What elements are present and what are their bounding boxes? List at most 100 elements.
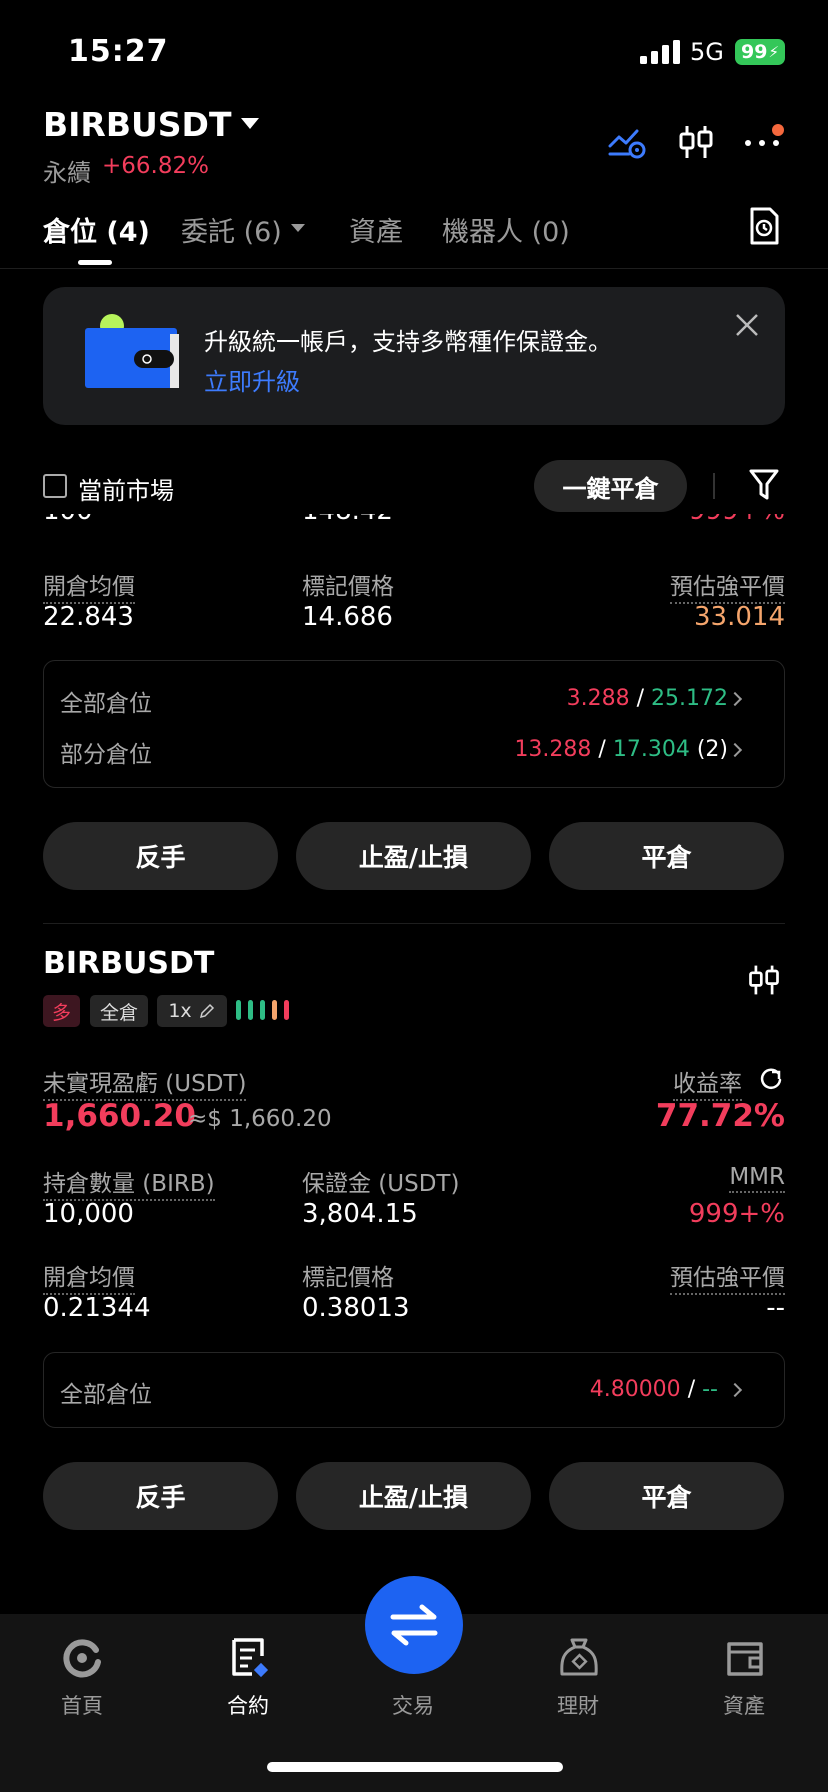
home-icon[interactable]	[60, 1636, 104, 1680]
position-1-liq-price-label: 預估強平價	[670, 567, 785, 604]
trade-icon	[390, 1604, 438, 1646]
roe-value: 77.72%	[655, 1098, 785, 1134]
notification-dot	[772, 124, 784, 136]
position-1-full-sl: 25.172	[651, 686, 728, 711]
nav-futures-label[interactable]: 合約	[188, 1690, 308, 1720]
unrealized-pnl-label: 未實現盈虧 (USDT)	[43, 1064, 247, 1101]
leverage-value: 1x	[168, 1000, 192, 1022]
active-tab-indicator	[78, 260, 112, 265]
slash: /	[598, 737, 606, 762]
battery-level: 99	[741, 41, 768, 63]
home-indicator	[267, 1762, 563, 1772]
symbol-title[interactable]: BIRBUSDT	[43, 105, 231, 144]
upgrade-now-link[interactable]: 立即升級	[204, 362, 300, 397]
trend-alert-icon[interactable]	[607, 122, 647, 162]
position-1-full-label: 全部倉位	[60, 691, 152, 717]
position-1-tpsl-box	[43, 660, 785, 788]
margin-mode-tag[interactable]: 全倉	[90, 995, 148, 1027]
position-1-full-tpsl[interactable]: 3.288 / 25.172	[567, 686, 728, 711]
nav-earn-label[interactable]: 理財	[518, 1690, 638, 1720]
position-1-partial-tpsl[interactable]: 13.288 / 17.304 (2)	[514, 737, 728, 762]
tab-assets[interactable]: 資產	[349, 210, 403, 249]
wallet-illustration-icon	[85, 314, 179, 388]
position-2-symbol[interactable]: BIRBUSDT	[43, 946, 214, 981]
status-time: 15:27	[68, 34, 169, 69]
nav-trade-label[interactable]: 交易	[353, 1690, 473, 1720]
charging-icon: ⚡	[768, 43, 779, 61]
slash: /	[636, 686, 645, 711]
position-divider	[43, 923, 785, 924]
tabs-divider	[0, 268, 828, 269]
slash: /	[687, 1377, 696, 1402]
candlestick-chart-icon[interactable]	[746, 960, 782, 1000]
roe-label: 收益率	[673, 1064, 742, 1101]
tab-bots[interactable]: 機器人 (0)	[442, 210, 570, 249]
current-market-label: 當前市場	[78, 477, 174, 505]
position-1-entry-price-label: 開倉均價	[43, 567, 135, 604]
position-2-mark-price: 0.38013	[302, 1293, 410, 1323]
position-1-margin: 148.42	[302, 514, 393, 526]
position-2-entry-price-label: 開倉均價	[43, 1258, 135, 1295]
close-position-button[interactable]: 平倉	[549, 1462, 784, 1530]
futures-icon[interactable]	[228, 1636, 272, 1680]
current-market-checkbox[interactable]	[43, 474, 67, 498]
unrealized-pnl-usd: ≈$ 1,660.20	[188, 1106, 332, 1132]
tab-orders[interactable]: 委託 (6)	[181, 210, 282, 249]
candlestick-chart-icon[interactable]	[676, 122, 716, 162]
close-position-button[interactable]: 平倉	[549, 822, 784, 890]
nav-home-label[interactable]: 首頁	[22, 1690, 142, 1720]
position-2-entry-price: 0.21344	[43, 1293, 151, 1323]
mmr-value: 999+%	[688, 1199, 785, 1229]
position-2-mark-price-label: 標記價格	[302, 1265, 394, 1291]
position-1-clipped-row: 100 148.42 999+%	[0, 514, 828, 534]
position-size: 10,000	[43, 1199, 134, 1229]
position-2-full-label: 全部倉位	[60, 1382, 152, 1408]
position-2-full-sl: --	[702, 1377, 718, 1402]
position-2-liq-price: --	[766, 1293, 785, 1323]
position-1-full-tp: 3.288	[566, 686, 630, 711]
battery-indicator: 99 ⚡	[735, 39, 785, 65]
share-refresh-icon[interactable]	[759, 1067, 783, 1091]
leverage-tag[interactable]: 1x	[157, 995, 227, 1027]
position-1-entry-price: 22.843	[43, 602, 134, 632]
tpsl-button[interactable]: 止盈/止損	[296, 1462, 531, 1530]
close-all-button[interactable]: 一鍵平倉	[534, 460, 687, 512]
symbol-dropdown-icon[interactable]	[241, 118, 259, 129]
margin-value: 3,804.15	[302, 1199, 418, 1229]
position-2-liq-price-label: 預估強平價	[670, 1258, 785, 1295]
position-1-size: 100	[43, 514, 93, 526]
position-1-partial-count: (2)	[696, 737, 728, 762]
position-1-partial-tp: 13.288	[514, 737, 592, 762]
adl-indicator-icon	[236, 1000, 289, 1020]
tpsl-button[interactable]: 止盈/止損	[296, 822, 531, 890]
trade-button[interactable]	[365, 1576, 463, 1674]
reverse-button[interactable]: 反手	[43, 822, 278, 890]
history-document-icon[interactable]	[746, 206, 782, 246]
position-1-partial-sl: 17.304	[612, 737, 690, 762]
position-1-mmr: 999+%	[689, 514, 785, 526]
wallet-icon[interactable]	[723, 1636, 767, 1680]
position-1-mark-price: 14.686	[302, 602, 393, 632]
mmr-label: MMR	[729, 1164, 785, 1193]
cellular-signal-icon	[640, 40, 680, 64]
position-1-liq-price: 33.014	[694, 602, 785, 632]
nav-assets-label[interactable]: 資產	[684, 1690, 804, 1720]
side-long-tag: 多	[43, 995, 80, 1027]
tab-orders-caret-icon[interactable]	[291, 224, 305, 232]
position-size-label: 持倉數量 (BIRB)	[43, 1164, 215, 1201]
price-change-pct: +66.82%	[102, 153, 209, 179]
edit-pencil-icon	[199, 1003, 214, 1019]
tab-positions[interactable]: 倉位 (4)	[43, 210, 150, 249]
margin-label: 保證金 (USDT)	[302, 1171, 460, 1197]
position-1-mark-price-label: 標記價格	[302, 574, 394, 600]
filter-divider	[713, 473, 715, 499]
reverse-button[interactable]: 反手	[43, 1462, 278, 1530]
close-icon[interactable]	[735, 313, 759, 337]
earn-icon[interactable]	[557, 1636, 601, 1680]
banner-message: 升級統一帳戶，支持多幣種作保證金。	[204, 328, 612, 356]
contract-type: 永續	[43, 159, 91, 187]
network-type: 5G	[690, 38, 724, 66]
filter-icon[interactable]	[748, 468, 780, 502]
position-2-full-tpsl[interactable]: 4.80000 / --	[590, 1377, 718, 1402]
unrealized-pnl: 1,660.20	[43, 1098, 196, 1134]
